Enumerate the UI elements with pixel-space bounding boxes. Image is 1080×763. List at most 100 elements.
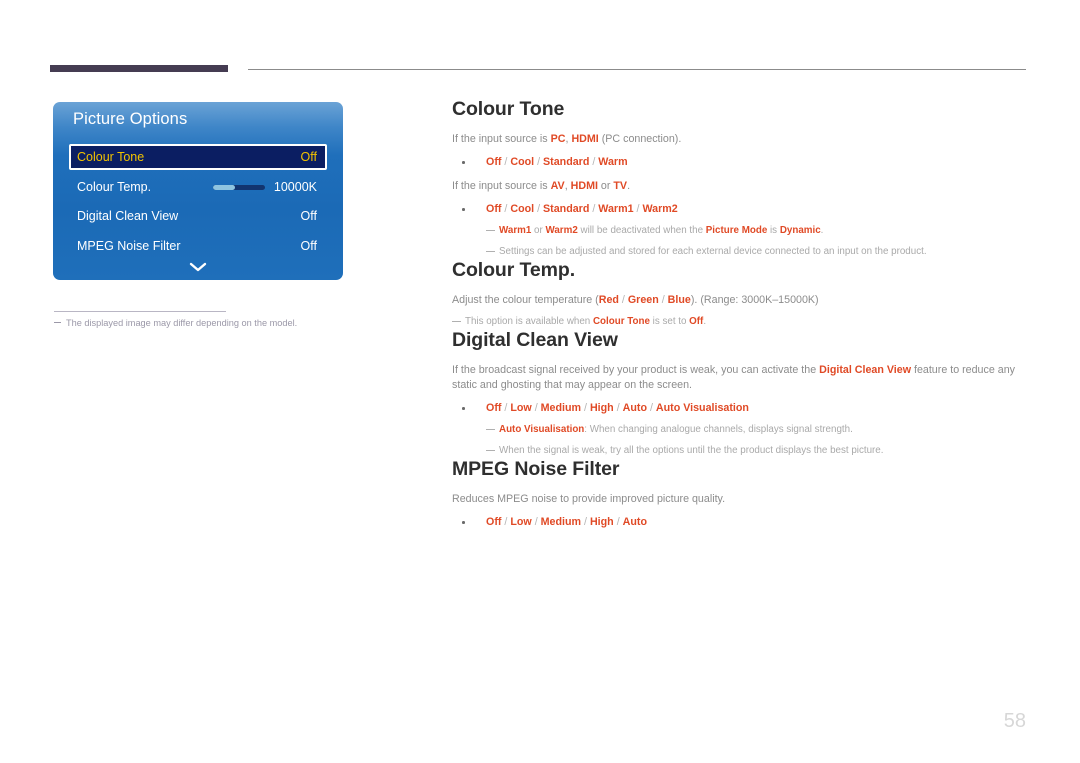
section-heading-colour-tone: Colour Tone	[452, 98, 565, 120]
mpeg-noise-filter-intro: Reduces MPEG noise to provide improved p…	[452, 493, 726, 505]
option-item: High	[589, 516, 614, 528]
article-column: Colour Tone If the input source is PC, H…	[452, 98, 1027, 530]
option-item: Medium	[540, 516, 582, 528]
opt-av: AV	[550, 180, 565, 192]
osd-row-label: Colour Tone	[77, 150, 145, 164]
option-separator: /	[534, 203, 544, 215]
colour-tone-note-1: Warm1 or Warm2 will be deactivated when …	[452, 224, 1027, 238]
opt-auto-visualisation: Auto Visualisation	[499, 424, 585, 435]
footnote-text: The displayed image may differ depending…	[66, 318, 298, 328]
option-separator: /	[531, 402, 541, 414]
footnote-dash-marker	[54, 322, 61, 324]
osd-row-colour-tone[interactable]: Colour Tone Off	[69, 144, 327, 170]
text-fragment: ). (Range: 3000K–15000K)	[690, 294, 819, 306]
option-item: Off	[486, 402, 502, 414]
page-number: 58	[1003, 710, 1026, 732]
option-separator: /	[581, 516, 590, 528]
note-dash-marker	[486, 251, 495, 253]
footnote-divider	[54, 311, 226, 312]
osd-row-value-group: 10000K	[212, 180, 325, 194]
osd-footnote: The displayed image may differ depending…	[54, 318, 344, 328]
section-heading-digital-clean-view: Digital Clean View	[452, 329, 618, 351]
text-fragment: : When changing analogue channels, displ…	[584, 424, 853, 435]
osd-picture-options-panel: Picture Options Colour Tone Off Colour T…	[53, 102, 343, 280]
option-item: Low	[510, 516, 532, 528]
bullet-dot-icon	[462, 521, 465, 524]
option-item: High	[589, 402, 614, 414]
opt-picture-mode: Picture Mode	[705, 225, 768, 236]
opt-warm2: Warm2	[545, 225, 578, 236]
text-fragment: /	[658, 294, 668, 306]
option-separator: /	[589, 203, 599, 215]
osd-row-value: Off	[300, 209, 317, 223]
option-item: Warm	[598, 156, 628, 168]
option-separator: /	[534, 156, 544, 168]
osd-row-value: Off	[300, 239, 317, 253]
option-item: Medium	[540, 402, 582, 414]
note-text: This option is available when Colour Ton…	[452, 315, 706, 329]
colour-tone-note-2: Settings can be adjusted and stored for …	[452, 245, 1027, 259]
text-fragment: will be deactivated when the	[577, 225, 706, 236]
colour-tone-options-av: Off / Cool / Standard / Warm1 / Warm2	[452, 202, 1027, 217]
digital-clean-view-note-2: When the signal is weak, try all the opt…	[452, 444, 1027, 458]
opt-green: Green	[627, 294, 659, 306]
text-fragment: If the input source is	[452, 133, 551, 145]
osd-row-colour-temp[interactable]: Colour Temp. 10000K	[71, 174, 325, 200]
option-list: Off / Low / Medium / High / Auto	[462, 515, 647, 530]
chevron-down-icon	[189, 262, 207, 272]
osd-panel-title: Picture Options	[73, 110, 188, 128]
note-text: Settings can be adjusted and stored for …	[499, 246, 927, 257]
note-dash-marker	[486, 429, 495, 431]
bullet-dot-icon	[462, 161, 465, 164]
digital-clean-view-options: Off / Low / Medium / High / Auto / Auto …	[452, 401, 1027, 416]
opt-hdmi: HDMI	[570, 180, 598, 192]
colour-temp-slider[interactable]	[212, 184, 265, 190]
mpeg-noise-filter-options: Off / Low / Medium / High / Auto	[452, 515, 1027, 530]
option-item: Auto	[622, 516, 647, 528]
colour-tone-intro-av: If the input source is AV, HDMI or TV.	[452, 179, 1027, 194]
section-heading-colour-temp: Colour Temp.	[452, 259, 576, 281]
osd-row-label: Colour Temp.	[77, 180, 152, 194]
opt-colour-tone: Colour Tone	[592, 316, 650, 327]
option-item: Low	[510, 402, 532, 414]
option-item: Standard	[543, 203, 590, 215]
note-text: When the signal is weak, try all the opt…	[499, 445, 884, 456]
colour-tone-options-pc: Off / Cool / Standard / Warm	[452, 155, 1027, 170]
option-separator: /	[646, 402, 656, 414]
osd-row-digital-clean-view[interactable]: Digital Clean View Off	[71, 203, 325, 229]
text-fragment: This option is available when	[465, 316, 593, 327]
text-fragment: .	[820, 225, 824, 236]
section-heading-mpeg-noise-filter: MPEG Noise Filter	[452, 458, 620, 480]
note-text: Warm1 or Warm2 will be deactivated when …	[486, 224, 823, 238]
option-item: Cool	[510, 156, 535, 168]
osd-row-value: Off	[300, 150, 317, 164]
option-item: Off	[486, 203, 502, 215]
text-fragment: (PC connection).	[598, 133, 682, 145]
opt-dynamic: Dynamic	[779, 225, 821, 236]
header-divider-line	[248, 69, 1026, 70]
option-item: Cool	[510, 203, 535, 215]
text-fragment: or	[597, 180, 614, 192]
colour-tone-intro-pc: If the input source is PC, HDMI (PC conn…	[452, 132, 1027, 147]
note-dash-marker	[486, 230, 495, 232]
osd-row-label: Digital Clean View	[77, 209, 179, 223]
header-accent-bar	[50, 65, 228, 72]
text-fragment: .	[627, 180, 631, 192]
colour-temp-intro: Adjust the colour temperature (Red / Gre…	[452, 293, 1027, 308]
opt-tv: TV	[613, 180, 628, 192]
text-fragment: is	[767, 225, 780, 236]
text-fragment: .	[703, 316, 707, 327]
option-item: Warm1	[598, 203, 634, 215]
option-list: Off / Cool / Standard / Warm1 / Warm2	[462, 202, 678, 217]
osd-row-mpeg-noise-filter[interactable]: MPEG Noise Filter Off	[71, 233, 325, 259]
note-dash-marker	[486, 450, 495, 452]
text-fragment: If the broadcast signal received by your…	[452, 364, 820, 376]
osd-scroll-down-button[interactable]	[53, 260, 343, 276]
osd-row-label: MPEG Noise Filter	[77, 239, 181, 253]
option-separator: /	[613, 516, 623, 528]
bullet-dot-icon	[462, 208, 465, 211]
digital-clean-view-paragraph: If the broadcast signal received by your…	[452, 363, 1027, 393]
option-separator: /	[531, 516, 541, 528]
option-item: Auto	[622, 402, 647, 414]
digital-clean-view-note-1: Auto Visualisation: When changing analog…	[452, 423, 1027, 437]
